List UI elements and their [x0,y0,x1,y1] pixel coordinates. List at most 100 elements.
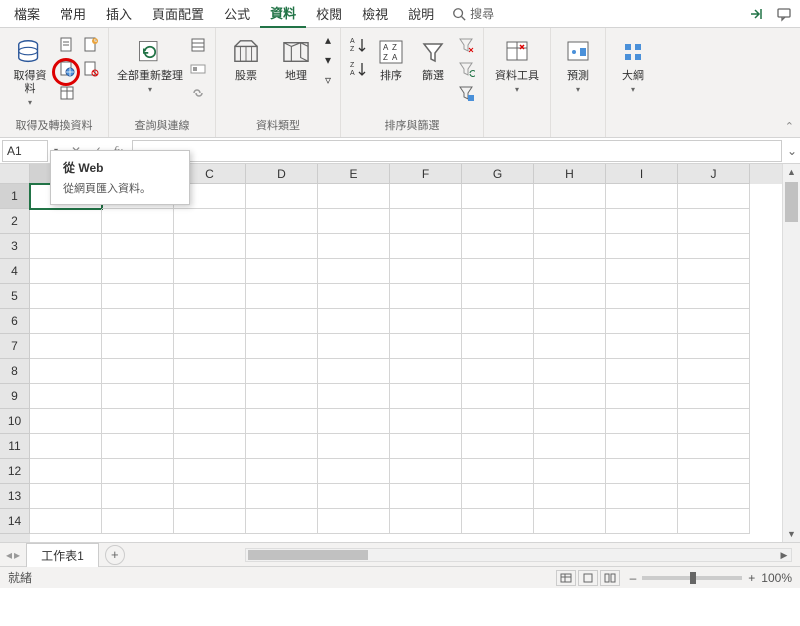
cell-E11[interactable] [318,434,390,459]
cells[interactable] [30,184,782,542]
cell-E2[interactable] [318,209,390,234]
forecast-button[interactable]: 預測 ▾ [557,32,599,99]
cell-F10[interactable] [390,409,462,434]
cell-F12[interactable] [390,459,462,484]
cell-A3[interactable] [30,234,102,259]
cell-J11[interactable] [678,434,750,459]
cell-H5[interactable] [534,284,606,309]
clear-filter-button[interactable] [455,34,477,56]
cell-J8[interactable] [678,359,750,384]
row-header-2[interactable]: 2 [0,209,30,234]
tab-home[interactable]: 常用 [50,0,96,27]
cell-I7[interactable] [606,334,678,359]
cell-E8[interactable] [318,359,390,384]
stocks-button[interactable]: 股票 [222,32,270,87]
cell-D8[interactable] [246,359,318,384]
cell-C9[interactable] [174,384,246,409]
cell-E13[interactable] [318,484,390,509]
tab-formulas[interactable]: 公式 [214,0,260,27]
cell-F7[interactable] [390,334,462,359]
cell-I14[interactable] [606,509,678,534]
prev-sheet-button[interactable]: ◂ [6,548,12,562]
from-web-button[interactable] [56,58,78,80]
sheet-tab-1[interactable]: 工作表1 [26,543,99,567]
cell-B11[interactable] [102,434,174,459]
horizontal-scrollbar[interactable]: ◀ ▶ [245,548,792,562]
cell-G13[interactable] [462,484,534,509]
cell-G3[interactable] [462,234,534,259]
zoom-thumb[interactable] [690,572,696,584]
cell-C4[interactable] [174,259,246,284]
cell-B8[interactable] [102,359,174,384]
column-header-E[interactable]: E [318,164,390,184]
cell-C6[interactable] [174,309,246,334]
tab-page-layout[interactable]: 頁面配置 [142,0,214,27]
zoom-level[interactable]: 100% [761,571,792,585]
cell-A12[interactable] [30,459,102,484]
zoom-out-button[interactable]: – [630,571,637,585]
cell-J14[interactable] [678,509,750,534]
cell-I1[interactable] [606,184,678,209]
zoom-slider[interactable] [642,576,742,580]
cell-E3[interactable] [318,234,390,259]
tab-view[interactable]: 檢視 [352,0,398,27]
cell-J12[interactable] [678,459,750,484]
cell-B12[interactable] [102,459,174,484]
column-header-I[interactable]: I [606,164,678,184]
cell-J4[interactable] [678,259,750,284]
formula-input[interactable] [132,140,782,162]
cell-H11[interactable] [534,434,606,459]
expand-formula-bar[interactable]: ⌄ [784,144,800,158]
scroll-down-icon[interactable]: ▼ [783,526,800,542]
cell-H14[interactable] [534,509,606,534]
scroll-down-button[interactable]: ▾ [322,54,334,66]
cell-F1[interactable] [390,184,462,209]
cell-D13[interactable] [246,484,318,509]
cell-A13[interactable] [30,484,102,509]
cell-F4[interactable] [390,259,462,284]
from-table-button[interactable] [56,82,78,104]
cell-C11[interactable] [174,434,246,459]
cell-G4[interactable] [462,259,534,284]
cell-B14[interactable] [102,509,174,534]
cell-I12[interactable] [606,459,678,484]
cell-E5[interactable] [318,284,390,309]
cell-D4[interactable] [246,259,318,284]
cell-H9[interactable] [534,384,606,409]
cell-G12[interactable] [462,459,534,484]
cell-J5[interactable] [678,284,750,309]
cell-E7[interactable] [318,334,390,359]
next-sheet-button[interactable]: ▸ [14,548,20,562]
page-break-view-button[interactable] [600,570,620,586]
tab-file[interactable]: 檔案 [4,0,50,27]
cell-F3[interactable] [390,234,462,259]
cell-J7[interactable] [678,334,750,359]
comments-button[interactable] [772,2,796,26]
cell-I4[interactable] [606,259,678,284]
cell-G1[interactable] [462,184,534,209]
cell-I2[interactable] [606,209,678,234]
recent-sources-button[interactable] [80,34,102,56]
tab-data[interactable]: 資料 [260,0,306,29]
cell-H8[interactable] [534,359,606,384]
cell-I8[interactable] [606,359,678,384]
geography-button[interactable]: 地理 [272,32,320,87]
cell-D14[interactable] [246,509,318,534]
cell-H3[interactable] [534,234,606,259]
normal-view-button[interactable] [556,570,576,586]
cell-A6[interactable] [30,309,102,334]
row-header-6[interactable]: 6 [0,309,30,334]
cell-B3[interactable] [102,234,174,259]
cell-A4[interactable] [30,259,102,284]
properties-button[interactable] [187,58,209,80]
scroll-up-button[interactable]: ▴ [322,34,334,46]
cell-G2[interactable] [462,209,534,234]
cell-J10[interactable] [678,409,750,434]
cell-I6[interactable] [606,309,678,334]
search-box[interactable]: 搜尋 [444,5,502,22]
cell-H4[interactable] [534,259,606,284]
cell-D2[interactable] [246,209,318,234]
row-header-5[interactable]: 5 [0,284,30,309]
cell-B10[interactable] [102,409,174,434]
cell-A11[interactable] [30,434,102,459]
